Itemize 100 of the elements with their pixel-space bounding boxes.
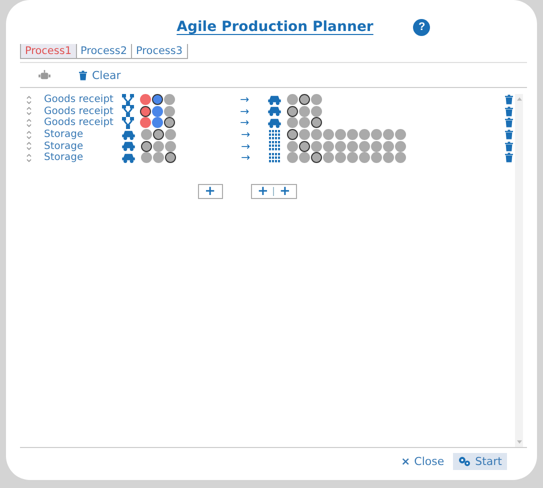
slot-dot[interactable] [299, 106, 310, 117]
reorder-icon[interactable] [26, 130, 32, 140]
reorder-icon[interactable] [26, 152, 32, 163]
delete-icon[interactable] [505, 94, 513, 106]
slot-dot[interactable] [152, 106, 163, 117]
slot-dot[interactable] [140, 117, 151, 128]
arrow: → [241, 140, 252, 153]
slot-dot[interactable] [152, 94, 163, 106]
slot-dot[interactable] [287, 117, 298, 128]
slot-dot[interactable] [347, 129, 358, 140]
slot-dot[interactable] [164, 106, 175, 117]
slot-dot[interactable] [359, 152, 370, 164]
slot-dot[interactable] [371, 140, 382, 152]
slot-dot[interactable] [371, 152, 382, 164]
slot-dot[interactable] [287, 140, 298, 152]
process-tab[interactable]: Process2 [76, 44, 132, 59]
slot-dot[interactable] [311, 129, 322, 140]
reorder-icon[interactable] [26, 118, 32, 128]
delete-icon[interactable] [505, 129, 513, 140]
grid-icon [269, 152, 281, 163]
step-name: Storage [44, 152, 84, 164]
close-button[interactable]: × Close [396, 452, 450, 470]
slot-dot[interactable] [299, 129, 310, 140]
slot-dot[interactable] [287, 106, 298, 117]
slot-dot[interactable] [141, 152, 152, 164]
car-icon [268, 118, 281, 128]
slot-dot[interactable] [395, 140, 406, 152]
slot-dot[interactable] [347, 152, 358, 164]
slot-dot[interactable] [164, 94, 175, 106]
reorder-icon[interactable] [26, 141, 32, 152]
slot-dot[interactable] [153, 140, 164, 152]
slot-dot[interactable] [359, 129, 370, 140]
slot-dot[interactable] [299, 152, 310, 164]
step-name: Goods receipt [44, 117, 114, 128]
slot-dot[interactable] [323, 129, 334, 140]
slot-dot[interactable] [311, 106, 322, 117]
clear-button[interactable]: Clear [79, 69, 121, 82]
step-name: Goods receipt [44, 94, 114, 106]
scroll-down-icon[interactable] [516, 440, 522, 444]
slot-dot[interactable] [335, 152, 346, 164]
slot-dot[interactable] [335, 140, 346, 152]
add-button[interactable]: + + [250, 184, 298, 199]
slot-dot[interactable] [153, 129, 164, 140]
slot-dot[interactable] [311, 152, 322, 164]
scroll-up-icon[interactable] [516, 97, 522, 101]
trash-icon [79, 70, 87, 81]
step-name: Storage [44, 140, 84, 152]
slot-dot[interactable] [395, 129, 406, 140]
slot-dot[interactable] [299, 140, 310, 152]
arrow: → [240, 104, 250, 118]
branch-icon [122, 94, 134, 106]
step-name: Storage [44, 129, 84, 140]
add-button[interactable]: + [198, 184, 223, 199]
grid-icon [269, 141, 281, 152]
branch-icon [122, 105, 134, 118]
slot-dot[interactable] [165, 140, 176, 152]
slot-dot[interactable] [299, 94, 310, 106]
slot-dot[interactable] [165, 129, 176, 140]
reorder-icon[interactable] [26, 106, 32, 116]
slot-dot[interactable] [140, 106, 151, 117]
window-title: Agile Production Planner [176, 19, 374, 35]
delete-icon[interactable] [505, 117, 513, 128]
slot-dot[interactable] [323, 140, 334, 152]
arrow: → [241, 151, 252, 164]
slot-dot[interactable] [383, 152, 394, 164]
delete-icon[interactable] [505, 106, 513, 117]
delete-icon[interactable] [505, 152, 513, 164]
slot-dot[interactable] [164, 117, 175, 128]
slot-dot[interactable] [299, 117, 310, 128]
robot-icon[interactable] [38, 70, 51, 81]
slot-dot[interactable] [359, 140, 370, 152]
slot-dot[interactable] [287, 152, 298, 164]
slot-dot[interactable] [347, 140, 358, 152]
scrollbar[interactable] [515, 94, 523, 447]
process-tab[interactable]: Process3 [131, 44, 188, 59]
slot-dot[interactable] [140, 94, 151, 106]
slot-dot[interactable] [165, 152, 176, 164]
slot-dot[interactable] [141, 140, 152, 152]
help-button[interactable]: ? [413, 18, 430, 36]
slot-dot[interactable] [311, 140, 322, 152]
slot-dot[interactable] [395, 152, 406, 164]
slot-dot[interactable] [141, 129, 152, 140]
slot-dot[interactable] [371, 129, 382, 140]
process-tab[interactable]: Process1 [20, 44, 76, 59]
delete-icon[interactable] [505, 140, 513, 152]
slot-dot[interactable] [323, 152, 334, 164]
gears-icon [458, 456, 472, 466]
slot-dot[interactable] [287, 94, 298, 106]
car-icon [122, 130, 135, 140]
branch-icon [122, 116, 134, 129]
slot-dot[interactable] [335, 129, 346, 140]
start-button[interactable]: Start [453, 452, 507, 470]
slot-dot[interactable] [383, 140, 394, 152]
slot-dot[interactable] [153, 152, 164, 164]
slot-dot[interactable] [152, 117, 163, 128]
slot-dot[interactable] [311, 117, 322, 128]
reorder-icon[interactable] [26, 94, 32, 105]
slot-dot[interactable] [311, 94, 322, 106]
slot-dot[interactable] [383, 129, 394, 140]
slot-dot[interactable] [287, 129, 298, 140]
